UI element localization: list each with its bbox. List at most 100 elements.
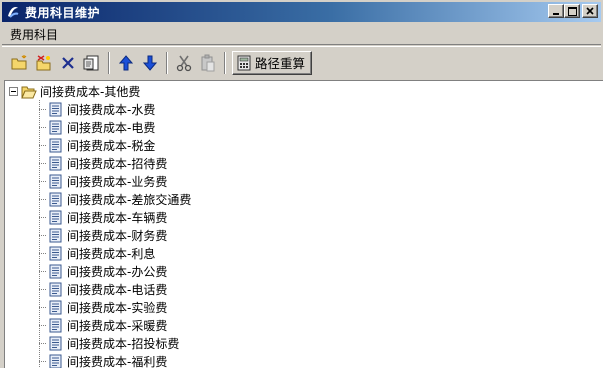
toolbar-separator: [108, 51, 110, 74]
close-button[interactable]: [582, 4, 598, 18]
collapse-toggle[interactable]: [9, 87, 18, 96]
tree-child-node[interactable]: 间接费成本-实验费: [39, 298, 167, 316]
toolbar-separator: [166, 51, 168, 74]
open-folder-icon: [21, 86, 37, 98]
tree-branch-line: [39, 288, 47, 290]
new-folder-icon: [11, 54, 27, 69]
tree-child-label: 间接费成本-电话费: [67, 282, 168, 297]
tree-child-node[interactable]: 间接费成本-业务费: [39, 172, 167, 190]
document-icon: [49, 336, 62, 350]
add-item-icon: [36, 54, 51, 70]
tree-child-node[interactable]: 间接费成本-电话费: [39, 280, 167, 298]
menu-item-expense-subjects[interactable]: 费用科目: [2, 26, 66, 43]
document-icon: [49, 282, 62, 296]
tree-branch-line: [39, 360, 47, 362]
path-recalculate-button[interactable]: 路径重算: [232, 50, 313, 75]
window-controls: [548, 4, 598, 18]
tree-child-label: 间接费成本-办公费: [67, 264, 168, 279]
tree-child-label: 间接费成本-利息: [67, 246, 156, 261]
add-item-button[interactable]: [32, 51, 56, 75]
tree-branch-line: [39, 198, 47, 200]
tree-child-label: 间接费成本-招投标费: [67, 336, 180, 351]
tree-child-node[interactable]: 间接费成本-办公费: [39, 262, 167, 280]
document-icon: [49, 354, 62, 368]
document-icon: [49, 228, 62, 242]
window-title: 费用科目维护: [25, 5, 101, 20]
document-icon: [49, 174, 62, 188]
tree-root-node[interactable]: 间接费成本-其他费: [9, 83, 140, 100]
edit-doc-icon: [83, 55, 99, 70]
maximize-button[interactable]: [564, 4, 580, 18]
document-icon: [49, 102, 62, 116]
tree-branch-line: [39, 108, 47, 110]
tree-branch-line: [39, 162, 47, 164]
tree-child-node[interactable]: 间接费成本-财务费: [39, 226, 167, 244]
move-down-button[interactable]: [138, 51, 162, 75]
tree-child-node[interactable]: 间接费成本-车辆费: [39, 208, 167, 226]
move-up-button[interactable]: [114, 51, 138, 75]
expense-tree[interactable]: 间接费成本-其他费 间接费成本-水费 间接费成本-电费 间接费成本-税金 间接费成本-…: [4, 80, 603, 368]
tree-child-label: 间接费成本-财务费: [67, 228, 168, 243]
document-icon: [49, 192, 62, 206]
document-icon: [49, 300, 62, 314]
tree-branch-line: [39, 126, 47, 128]
delete-x-icon: [62, 56, 74, 69]
document-icon: [49, 246, 62, 260]
tree-branch-line: [39, 324, 47, 326]
paste-button[interactable]: [196, 51, 220, 75]
edit-button[interactable]: [80, 51, 104, 75]
tree-child-node[interactable]: 间接费成本-招待费: [39, 154, 167, 172]
title-bar[interactable]: 费用科目维护: [2, 2, 601, 22]
tree-root-label: 间接费成本-其他费: [40, 85, 141, 99]
tree-child-label: 间接费成本-招待费: [67, 156, 168, 171]
document-icon: [49, 264, 62, 278]
tree-child-node[interactable]: 间接费成本-采暖费: [39, 316, 167, 334]
tree-child-label: 间接费成本-福利费: [67, 354, 168, 368]
tree-child-node[interactable]: 间接费成本-电费: [39, 118, 155, 136]
minimize-icon: [553, 13, 559, 15]
tree-branch-line: [39, 180, 47, 182]
new-folder-button[interactable]: [8, 51, 32, 75]
document-icon: [49, 318, 62, 332]
tree-branch-line: [39, 234, 47, 236]
cut-scissors-icon: [176, 55, 192, 71]
tree-branch-line: [39, 252, 47, 254]
document-icon: [49, 120, 62, 134]
close-icon: [586, 7, 594, 15]
toolbar-separator: [224, 51, 226, 74]
minimize-button[interactable]: [548, 4, 564, 18]
tree-branch-line: [39, 342, 47, 344]
document-icon: [49, 210, 62, 224]
arrow-up-icon: [119, 54, 133, 70]
tree-child-node[interactable]: 间接费成本-利息: [39, 244, 155, 262]
tree-child-label: 间接费成本-电费: [67, 120, 156, 135]
calculator-icon: [237, 55, 251, 70]
tree-child-node[interactable]: 间接费成本-福利费: [39, 352, 167, 368]
tree-child-node[interactable]: 间接费成本-招投标费: [39, 334, 179, 352]
app-window: 费用科目维护 费用科目 路径重算 间接费成本-其他费 间接费成本-水费 间接费成…: [0, 0, 603, 368]
tree-child-node[interactable]: 间接费成本-水费: [39, 100, 155, 118]
arrow-down-icon: [143, 55, 157, 71]
tree-branch-line: [39, 216, 47, 218]
tree-child-label: 间接费成本-实验费: [67, 300, 168, 315]
tree-branch-line: [39, 306, 47, 308]
delete-button[interactable]: [56, 51, 80, 75]
tree-child-label: 间接费成本-采暖费: [67, 318, 168, 333]
tree-child-label: 间接费成本-税金: [67, 138, 156, 153]
tree-child-node[interactable]: 间接费成本-差旅交通费: [39, 190, 191, 208]
path-recalculate-label: 路径重算: [255, 56, 306, 71]
tree-branch-line: [39, 144, 47, 146]
tree-branch-line: [39, 270, 47, 272]
tree-child-label: 间接费成本-业务费: [67, 174, 168, 189]
maximize-icon: [567, 6, 577, 16]
document-icon: [49, 138, 62, 152]
tree-child-node[interactable]: 间接费成本-税金: [39, 136, 155, 154]
paste-clipboard-icon: [201, 54, 215, 71]
toolbar: 路径重算: [2, 46, 601, 78]
menu-bar: 费用科目: [2, 24, 601, 45]
tree-child-label: 间接费成本-水费: [67, 102, 156, 117]
tree-child-label: 间接费成本-车辆费: [67, 210, 168, 225]
document-icon: [49, 156, 62, 170]
tree-child-label: 间接费成本-差旅交通费: [67, 192, 192, 207]
cut-button[interactable]: [172, 51, 196, 75]
